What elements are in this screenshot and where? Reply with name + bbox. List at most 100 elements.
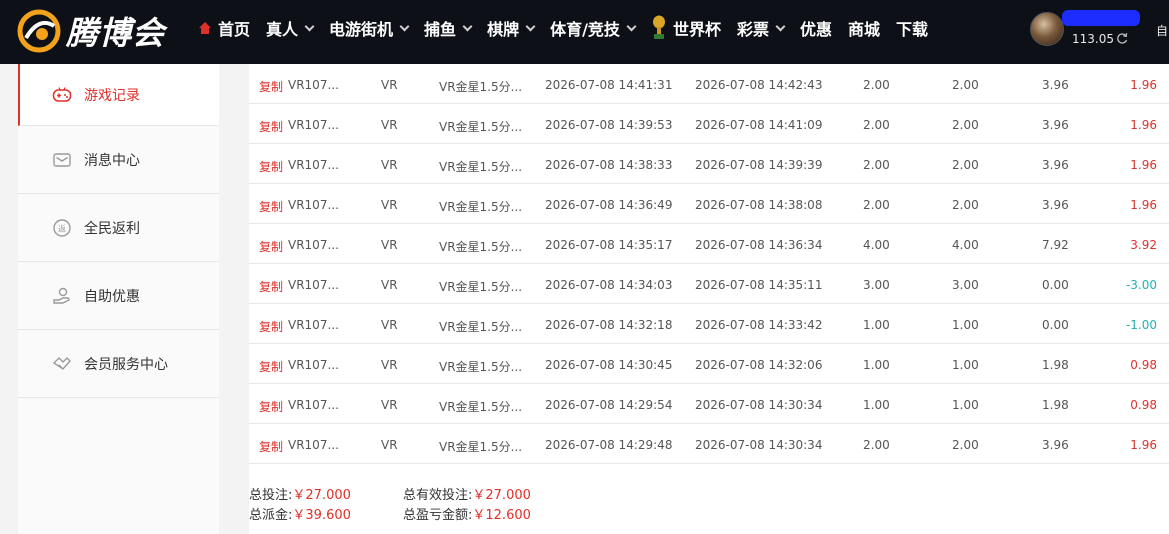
sidebar-item-game-records[interactable]: 游戏记录 xyxy=(18,64,219,126)
nav-item-live[interactable]: 真人 xyxy=(266,16,315,40)
bet-amount-cell: 3.00 xyxy=(863,278,890,292)
settle-time-cell: 2026-07-08 14:36:34 xyxy=(695,238,823,252)
nav-item-fishing[interactable]: 捕鱼 xyxy=(424,16,473,40)
game-name-cell: VR金星1.5分... xyxy=(439,200,523,214)
summary-label: 总盈亏金额: xyxy=(403,508,473,523)
table-row: 复制 VR107... VR VR金星1.5分... 2026-07-08 14:39:… xyxy=(249,104,1169,144)
platform-cell: VR xyxy=(381,158,398,172)
valid-bet-cell: 3.00 xyxy=(952,278,979,292)
bet-amount-cell: 2.00 xyxy=(863,118,890,132)
table-row: 复制 VR107... VR VR金星1.5分... 2026-07-08 14:34:… xyxy=(249,264,1169,304)
copy-button[interactable]: 复制 xyxy=(259,78,283,95)
trophy-icon xyxy=(652,15,665,39)
bet-amount-cell: 2.00 xyxy=(863,198,890,212)
chevron-down-icon xyxy=(462,21,473,31)
platform-cell: VR xyxy=(381,318,398,332)
copy-button[interactable]: 复制 xyxy=(259,278,283,295)
win-loss-cell: 0.98 xyxy=(1130,398,1157,412)
sidebar-item-messages[interactable]: 消息中心 xyxy=(18,126,219,194)
bet-time-cell: 2026-07-08 14:30:45 xyxy=(545,358,673,372)
valid-bet-cell: 2.00 xyxy=(952,78,979,92)
settle-time-cell: 2026-07-08 14:33:42 xyxy=(695,318,823,332)
table-row: 复制 VR107... VR VR金星1.5分... 2026-07-08 14:32:… xyxy=(249,304,1169,344)
game-name-cell: VR金星1.5分... xyxy=(439,400,523,414)
nav-item-label: 真人 xyxy=(266,20,299,39)
rebate-icon: 返 xyxy=(53,218,71,237)
payout-cell: 3.96 xyxy=(1042,158,1069,172)
copy-button[interactable]: 复制 xyxy=(259,398,283,415)
main-nav: 首页 真人 电游街机 捕鱼 棋牌 体育/竞技 世界杯 彩票 优惠 商城 下载 xyxy=(198,0,944,56)
table-row: 复制 VR107... VR VR金星1.5分... 2026-07-08 14:41:… xyxy=(249,64,1169,104)
nav-item-label: 世界杯 xyxy=(672,20,721,39)
account-sidebar: 游戏记录 消息中心 返 全民返利 自助优惠 会员服务中心 xyxy=(18,64,219,534)
copy-button[interactable]: 复制 xyxy=(259,238,283,255)
win-loss-cell: 1.96 xyxy=(1130,158,1157,172)
sidebar-item-self-promo[interactable]: 自助优惠 xyxy=(18,262,219,330)
bet-time-cell: 2026-07-08 14:29:54 xyxy=(545,398,673,412)
nav-item-lottery[interactable]: 彩票 xyxy=(737,16,786,40)
summary-total-valid-bet: 总有效投注:￥27.000 xyxy=(403,486,531,506)
order-id: VR107... xyxy=(288,238,339,252)
nav-item-promotions[interactable]: 优惠 xyxy=(800,16,832,40)
clipped-nav-text[interactable]: 自 xyxy=(1156,22,1168,39)
nav-item-label: 捕鱼 xyxy=(424,20,457,39)
summary-label: 总有效投注: xyxy=(403,488,473,503)
nav-item-sports[interactable]: 体育/竞技 xyxy=(550,16,637,40)
site-logo[interactable]: 腾博会 xyxy=(16,6,165,56)
order-id: VR107... xyxy=(288,438,339,452)
payout-cell: 7.92 xyxy=(1042,238,1069,252)
game-name-cell: VR金星1.5分... xyxy=(439,160,523,174)
valid-bet-cell: 1.00 xyxy=(952,398,979,412)
svg-text:返: 返 xyxy=(58,224,66,233)
platform-cell: VR xyxy=(381,238,398,252)
settle-time-cell: 2026-07-08 14:39:39 xyxy=(695,158,823,172)
nav-item-home[interactable]: 首页 xyxy=(198,16,250,40)
sidebar-item-member-service[interactable]: 会员服务中心 xyxy=(18,330,219,398)
platform-cell: VR xyxy=(381,358,398,372)
game-name-cell: VR金星1.5分... xyxy=(439,80,523,94)
order-id: VR107... xyxy=(288,118,339,132)
nav-item-world-cup[interactable]: 世界杯 xyxy=(651,15,721,41)
settle-time-cell: 2026-07-08 14:38:08 xyxy=(695,198,823,212)
settle-time-cell: 2026-07-08 14:42:43 xyxy=(695,78,823,92)
bet-time-cell: 2026-07-08 14:41:31 xyxy=(545,78,673,92)
home-icon xyxy=(199,22,211,34)
bet-amount-cell: 2.00 xyxy=(863,438,890,452)
copy-button[interactable]: 复制 xyxy=(259,358,283,375)
nav-item-label: 商城 xyxy=(847,20,880,39)
gamepad-icon xyxy=(52,86,72,102)
win-loss-cell: 1.96 xyxy=(1130,198,1157,212)
win-loss-cell: 3.92 xyxy=(1130,238,1157,252)
bet-time-cell: 2026-07-08 14:36:49 xyxy=(545,198,673,212)
username-redaction xyxy=(1062,10,1140,26)
copy-button[interactable]: 复制 xyxy=(259,438,283,455)
nav-item-mall[interactable]: 商城 xyxy=(848,16,880,40)
sidebar-item-label: 自助优惠 xyxy=(84,288,140,305)
refresh-icon[interactable] xyxy=(1116,32,1128,44)
bet-amount-cell: 2.00 xyxy=(863,78,890,92)
payout-cell: 1.98 xyxy=(1042,358,1069,372)
copy-button[interactable]: 复制 xyxy=(259,198,283,215)
avatar[interactable] xyxy=(1030,12,1064,46)
valid-bet-cell: 2.00 xyxy=(952,438,979,452)
payout-cell: 1.98 xyxy=(1042,398,1069,412)
sidebar-item-label: 会员服务中心 xyxy=(84,356,168,373)
sidebar-item-label: 游戏记录 xyxy=(84,87,140,104)
game-name-cell: VR金星1.5分... xyxy=(439,440,523,454)
summary-right: 总有效投注:￥27.000 总盈亏金额:￥12.600 xyxy=(403,486,531,526)
sidebar-item-rebate[interactable]: 返 全民返利 xyxy=(18,194,219,262)
bet-amount-cell: 2.00 xyxy=(863,158,890,172)
game-name-cell: VR金星1.5分... xyxy=(439,320,523,334)
copy-button[interactable]: 复制 xyxy=(259,158,283,175)
bet-amount-cell: 1.00 xyxy=(863,318,890,332)
copy-button[interactable]: 复制 xyxy=(259,318,283,335)
nav-item-slots[interactable]: 电游街机 xyxy=(329,16,410,40)
nav-item-download[interactable]: 下载 xyxy=(896,16,928,40)
order-id: VR107... xyxy=(288,398,339,412)
payout-cell: 3.96 xyxy=(1042,198,1069,212)
valid-bet-cell: 1.00 xyxy=(952,318,979,332)
nav-item-cards[interactable]: 棋牌 xyxy=(487,16,536,40)
copy-button[interactable]: 复制 xyxy=(259,118,283,135)
top-nav-bar: 腾博会 首页 真人 电游街机 捕鱼 棋牌 体育/竞技 世界杯 彩票 优惠 商城 … xyxy=(0,0,1169,64)
chevron-down-icon xyxy=(399,21,410,31)
